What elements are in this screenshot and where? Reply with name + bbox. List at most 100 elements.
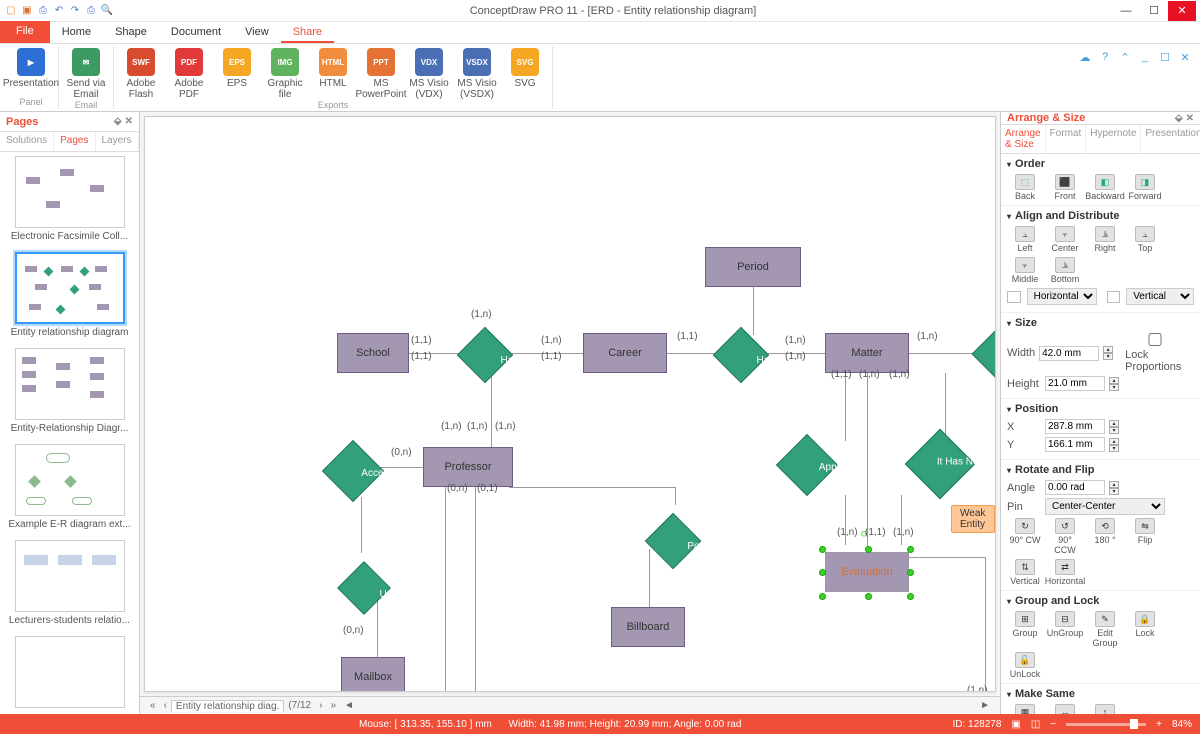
close-panel2-icon[interactable]: ✕ bbox=[1186, 113, 1194, 124]
align-left-button[interactable]: ⫠Left bbox=[1007, 226, 1043, 253]
tab-share[interactable]: Share bbox=[281, 22, 334, 43]
lock-button[interactable]: 🔒Lock bbox=[1127, 611, 1163, 648]
group-button[interactable]: ⊞Group bbox=[1007, 611, 1043, 648]
maximize-button[interactable]: ☐ bbox=[1140, 1, 1168, 21]
rel-access[interactable]: Access bbox=[322, 440, 384, 502]
order-front-button[interactable]: ⬛Front bbox=[1047, 174, 1083, 201]
height-input[interactable] bbox=[1045, 376, 1105, 391]
entity-evaluation[interactable]: Evaluation bbox=[825, 552, 909, 592]
qat-open-icon[interactable]: ▣ bbox=[20, 4, 34, 18]
close-button[interactable]: ✕ bbox=[1168, 1, 1196, 21]
same-width-button[interactable]: ↔Width bbox=[1047, 704, 1083, 714]
thumb-3[interactable]: Example E-R diagram ext... bbox=[4, 444, 135, 530]
rel-ithasnotes[interactable]: It Has Notes bbox=[905, 429, 976, 500]
close-panel-icon[interactable]: ✕ bbox=[125, 116, 133, 127]
handle[interactable] bbox=[907, 569, 914, 576]
entity-period[interactable]: Period bbox=[705, 247, 801, 287]
zoom-out-icon[interactable]: − bbox=[1050, 719, 1056, 730]
tab-shape[interactable]: Shape bbox=[103, 22, 159, 43]
align-center-button[interactable]: ⫟Center bbox=[1047, 226, 1083, 253]
handle[interactable] bbox=[865, 546, 872, 553]
tab-file[interactable]: File bbox=[0, 21, 50, 43]
zoom-slider[interactable] bbox=[1066, 723, 1146, 726]
handle[interactable] bbox=[819, 593, 826, 600]
handle[interactable] bbox=[865, 593, 872, 600]
handle[interactable] bbox=[819, 569, 826, 576]
max-icon[interactable]: ☐ bbox=[1158, 50, 1172, 64]
tab-hypernote[interactable]: Hypernote bbox=[1086, 125, 1141, 153]
cloud-icon[interactable]: ☁ bbox=[1078, 50, 1092, 64]
qat-print-icon[interactable]: ⎙ bbox=[84, 4, 98, 18]
same-size-button[interactable]: ▦Size bbox=[1007, 704, 1043, 714]
pin-select[interactable]: Center-Center bbox=[1045, 498, 1165, 515]
min-icon[interactable]: _ bbox=[1138, 50, 1152, 64]
pin-icon[interactable]: ⬙ bbox=[114, 116, 122, 127]
rel-use[interactable]: Use bbox=[337, 561, 391, 615]
distribute-h-select[interactable]: Horizontal bbox=[1027, 288, 1097, 305]
qat-new-icon[interactable]: ▢ bbox=[4, 4, 18, 18]
rot-90cw-button[interactable]: ↻90° CW bbox=[1007, 518, 1043, 555]
tab-layers[interactable]: Layers bbox=[96, 132, 139, 151]
unlock-button[interactable]: 🔓UnLock bbox=[1007, 652, 1043, 679]
thumb-1[interactable]: Entity relationship diagram bbox=[4, 252, 135, 338]
thumb-4[interactable]: Lecturers-students relatio... bbox=[4, 540, 135, 626]
minimize-button[interactable]: — bbox=[1112, 1, 1140, 21]
export-vdx-button[interactable]: VDXMS Visio (VDX) bbox=[406, 48, 452, 100]
qat-save-icon[interactable]: ⎙ bbox=[36, 4, 50, 18]
rel-contain[interactable]: Contain bbox=[971, 321, 996, 386]
width-input[interactable] bbox=[1039, 346, 1099, 361]
tab-arrange[interactable]: Arrange & Size bbox=[1001, 125, 1046, 153]
entity-billboard[interactable]: Billboard bbox=[611, 607, 685, 647]
qat-redo-icon[interactable]: ↷ bbox=[68, 4, 82, 18]
rel-has1[interactable]: Has bbox=[457, 327, 514, 384]
zoom-in-icon[interactable]: + bbox=[1156, 719, 1162, 730]
align-top-button[interactable]: ⫠Top bbox=[1127, 226, 1163, 253]
entity-mailbox[interactable]: Mailbox bbox=[341, 657, 405, 692]
scroll-end-icon[interactable]: » bbox=[326, 700, 340, 711]
scroll-left-icon[interactable]: « bbox=[146, 700, 160, 711]
order-forward-button[interactable]: ◨Forward bbox=[1127, 174, 1163, 201]
page-thumbnails[interactable]: Electronic Facsimile Coll... Entity rela… bbox=[0, 152, 139, 714]
export-pdf-button[interactable]: PDFAdobe PDF bbox=[166, 48, 212, 100]
close2-icon[interactable]: ✕ bbox=[1178, 50, 1192, 64]
tab-solutions[interactable]: Solutions bbox=[0, 132, 54, 151]
export-eps-button[interactable]: EPSEPS bbox=[214, 48, 260, 100]
align-right-button[interactable]: ⫡Right bbox=[1087, 226, 1123, 253]
export-svg-button[interactable]: SVGSVG bbox=[502, 48, 548, 100]
pos-y-input[interactable] bbox=[1045, 437, 1105, 452]
thumb-2[interactable]: Entity-Relationship Diagr... bbox=[4, 348, 135, 434]
export-graphic-button[interactable]: IMGGraphic file bbox=[262, 48, 308, 100]
scroll-next-icon[interactable]: › bbox=[315, 700, 326, 711]
order-back-button[interactable]: ⬚Back bbox=[1007, 174, 1043, 201]
flip-h-button[interactable]: ⇄Horizontal bbox=[1047, 559, 1083, 586]
same-height-button[interactable]: ↕Height bbox=[1087, 704, 1123, 714]
tab-view[interactable]: View bbox=[233, 22, 281, 43]
tab-format[interactable]: Format bbox=[1046, 125, 1087, 153]
handle[interactable] bbox=[907, 593, 914, 600]
entity-professor[interactable]: Professor bbox=[423, 447, 513, 487]
order-backward-button[interactable]: ◧Backward bbox=[1087, 174, 1123, 201]
help-icon[interactable]: ? bbox=[1098, 50, 1112, 64]
rot-90ccw-button[interactable]: ↺90° CCW bbox=[1047, 518, 1083, 555]
lock-prop-checkbox[interactable] bbox=[1125, 333, 1185, 346]
diagram-canvas[interactable]: Period School Career Matter Professor Bi… bbox=[144, 116, 996, 692]
export-html-button[interactable]: HTMLHTML bbox=[310, 48, 356, 100]
export-vsdx-button[interactable]: VSDXMS Visio (VSDX) bbox=[454, 48, 500, 100]
tab-document[interactable]: Document bbox=[159, 22, 233, 43]
entity-career[interactable]: Career bbox=[583, 333, 667, 373]
align-bottom-button[interactable]: ⫡Bottom bbox=[1047, 257, 1083, 284]
handle[interactable] bbox=[907, 546, 914, 553]
flip-v-button[interactable]: ⇅Vertical bbox=[1007, 559, 1043, 586]
collapse-ribbon-icon[interactable]: ⌃ bbox=[1118, 50, 1132, 64]
handle[interactable] bbox=[819, 546, 826, 553]
presentation-button[interactable]: ▶Presentation bbox=[8, 48, 54, 89]
status-fullscreen-icon[interactable]: ◫ bbox=[1031, 719, 1040, 730]
send-email-button[interactable]: ✉Send via Email bbox=[63, 48, 109, 100]
pin2-icon[interactable]: ⬙ bbox=[1175, 113, 1183, 124]
export-flash-button[interactable]: SWFAdobe Flash bbox=[118, 48, 164, 100]
export-ppt-button[interactable]: PPTMS PowerPoint bbox=[358, 48, 404, 100]
editgroup-button[interactable]: ✎Edit Group bbox=[1087, 611, 1123, 648]
scroll-right-icon[interactable]: ► bbox=[976, 700, 994, 711]
scroll-prev-icon[interactable]: ‹ bbox=[160, 700, 171, 711]
qat-undo-icon[interactable]: ↶ bbox=[52, 4, 66, 18]
